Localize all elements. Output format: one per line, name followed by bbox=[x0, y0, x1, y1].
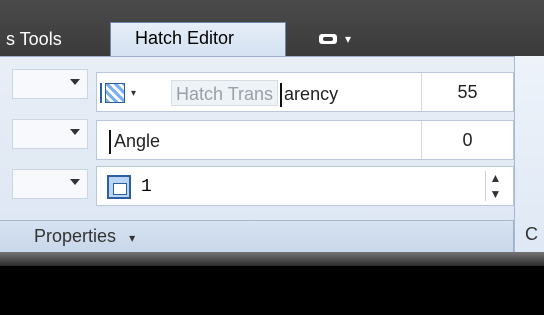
hatch-transparency-suffix: arency bbox=[284, 84, 339, 104]
tab-tools-label: s Tools bbox=[6, 29, 62, 49]
tab-hatch-editor-label: Hatch Editor bbox=[135, 28, 235, 48]
pattern-dropdown-3[interactable] bbox=[12, 169, 88, 199]
spinner-down-icon[interactable]: ▼ bbox=[490, 187, 502, 201]
chevron-down-icon: ▾ bbox=[129, 231, 136, 245]
hatch-angle-row[interactable]: Angle 0 bbox=[96, 120, 514, 160]
properties-panel-title: Properties ▾ bbox=[34, 226, 136, 246]
text-cursor bbox=[280, 83, 283, 108]
ribbon-tab-strip: s Tools Hatch Editor ▾ bbox=[0, 0, 544, 60]
hatch-angle-label: Angle bbox=[109, 129, 161, 155]
chevron-down-icon bbox=[70, 79, 80, 85]
hatch-transparency-placeholder: Hatch Trans bbox=[171, 80, 279, 106]
panel-icon bbox=[319, 34, 337, 44]
chevron-down-icon bbox=[70, 129, 80, 135]
hatch-scale-spinner[interactable]: ▲ ▼ bbox=[485, 171, 505, 201]
hatch-transparency-button[interactable]: ▾ bbox=[100, 80, 163, 106]
hatch-angle-value[interactable]: 0 bbox=[421, 121, 513, 159]
tab-tools[interactable]: s Tools bbox=[0, 24, 68, 54]
chevron-down-icon bbox=[70, 179, 80, 185]
ribbon-bottom-edge bbox=[0, 252, 544, 266]
text-cursor bbox=[109, 130, 111, 155]
hatch-scale-row[interactable]: 1 ▲ ▼ bbox=[96, 166, 514, 206]
tab-hatch-editor[interactable]: Hatch Editor bbox=[110, 22, 286, 56]
hatch-transparency-icon bbox=[100, 83, 125, 103]
chevron-down-icon: ▾ bbox=[345, 32, 352, 46]
hatch-transparency-label: Hatch Trans arency bbox=[171, 80, 391, 108]
spinner-up-icon[interactable]: ▲ bbox=[490, 171, 502, 185]
hatch-scale-value[interactable]: 1 bbox=[141, 175, 152, 199]
next-panel-edge: C bbox=[514, 56, 544, 252]
next-panel-label: C bbox=[525, 224, 538, 244]
hatch-scale-icon bbox=[107, 175, 131, 199]
ribbon-overflow-button[interactable]: ▾ bbox=[313, 24, 383, 54]
pattern-dropdown-1[interactable] bbox=[12, 69, 88, 99]
hatch-transparency-value[interactable]: 55 bbox=[421, 73, 513, 111]
hatch-transparency-row[interactable]: ▾ Hatch Trans arency 55 bbox=[96, 72, 514, 112]
pattern-dropdown-2[interactable] bbox=[12, 119, 88, 149]
hatch-angle-text: Angle bbox=[114, 131, 161, 151]
chevron-down-icon: ▾ bbox=[131, 87, 137, 99]
properties-panel-title-bar[interactable]: Properties ▾ bbox=[0, 220, 514, 252]
